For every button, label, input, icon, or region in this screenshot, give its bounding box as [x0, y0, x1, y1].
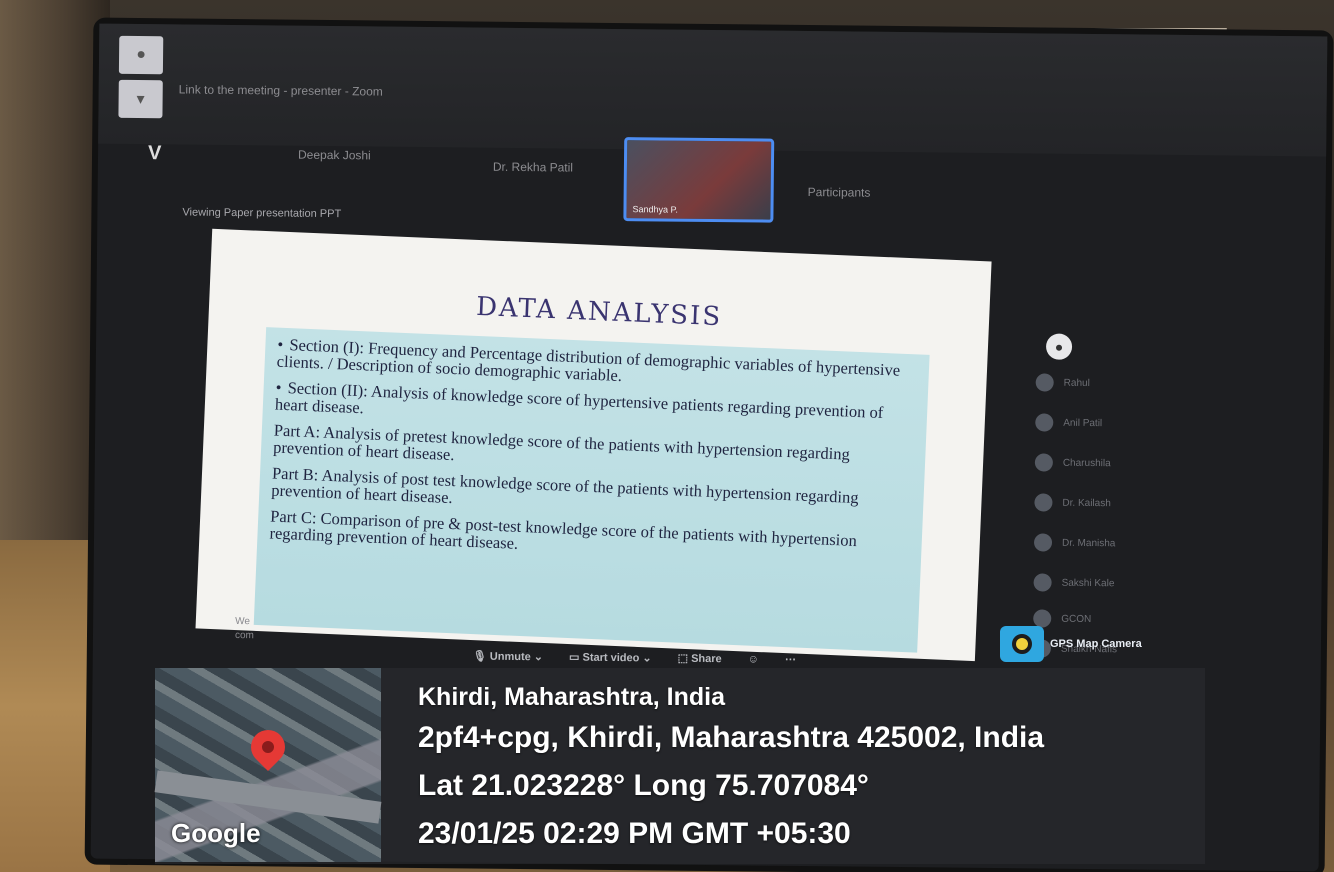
reactions-icon[interactable]: ☺: [748, 653, 759, 665]
window-menu-icon[interactable]: ▾: [118, 79, 163, 119]
location-coordinates: Lat 21.023228° Long 75.707084°: [418, 769, 869, 802]
participant-row[interactable]: Anil Patil: [1035, 413, 1102, 432]
gps-map-camera-badge: GPS Map Camera: [1000, 626, 1142, 662]
unmute-button[interactable]: 🎙 Unmute ⌄: [473, 650, 543, 664]
participant-name-2: Dr. Rekha Patil: [492, 159, 574, 175]
participant-row[interactable]: Charushila: [1034, 453, 1111, 472]
location-info: Khirdi, Maharashtra, India 2pf4+cpg, Khi…: [418, 680, 1044, 858]
shared-slide: DATA ANALYSIS • Section (I): Frequency an…: [195, 228, 992, 662]
person-icon[interactable]: ●: [1045, 333, 1073, 360]
participant-row[interactable]: Rahul: [1035, 373, 1090, 392]
participant-name-1: Deepak Joshi: [297, 147, 371, 163]
location-datetime: 23/01/25 02:29 PM GMT +05:30: [418, 817, 851, 850]
active-video-tile[interactable]: Sandhya P.: [623, 137, 775, 223]
google-logo: Google: [171, 818, 261, 848]
viewing-label[interactable]: Viewing Paper presentation PPT: [182, 206, 341, 220]
participant-row[interactable]: Dr. Manisha: [1033, 533, 1116, 552]
share-button[interactable]: ⬚ Share: [678, 652, 722, 665]
slide-content-box: • Section (I): Frequency and Percentage d…: [253, 327, 930, 653]
participant-row[interactable]: Sakshi Kale: [1033, 573, 1115, 592]
participants-panel: ● Rahul Anil Patil Charushila Dr. Kailas…: [1032, 273, 1297, 658]
side-caption: We com: [234, 616, 254, 642]
window-button-icon[interactable]: ●: [118, 35, 164, 75]
more-icon[interactable]: ⋯: [785, 653, 796, 666]
tab-participants[interactable]: Participants: [808, 185, 871, 200]
avatar: [1034, 453, 1053, 472]
avatar: [1035, 373, 1054, 392]
meeting-title: Link to the meeting - presenter - Zoom: [178, 82, 383, 99]
avatar: [1035, 413, 1054, 432]
meeting-toolbar: 🎙 Unmute ⌄ ▭ Start video ⌄ ⬚ Share ☺ ⋯: [473, 650, 796, 666]
location-title: Khirdi, Maharashtra, India: [418, 683, 726, 711]
location-pin-icon: [243, 722, 293, 772]
avatar: [1033, 609, 1052, 628]
location-address: 2pf4+cpg, Khirdi, Maharashtra 425002, In…: [418, 721, 1045, 754]
avatar: [1034, 493, 1053, 512]
zoom-logo-icon: V: [147, 142, 162, 165]
start-video-button[interactable]: ▭ Start video ⌄: [569, 651, 652, 665]
bullet-icon: •: [277, 334, 284, 354]
bullet-icon: •: [275, 377, 282, 397]
gps-app-name: GPS Map Camera: [1050, 638, 1142, 650]
map-road: [154, 770, 382, 824]
avatar: [1033, 573, 1052, 592]
gps-camera-logo-icon: [1000, 626, 1044, 662]
map-thumbnail: Google: [154, 668, 382, 862]
avatar: [1033, 533, 1053, 552]
participant-row[interactable]: Dr. Kailash: [1034, 493, 1111, 512]
video-tile-name: Sandhya P.: [632, 204, 678, 215]
